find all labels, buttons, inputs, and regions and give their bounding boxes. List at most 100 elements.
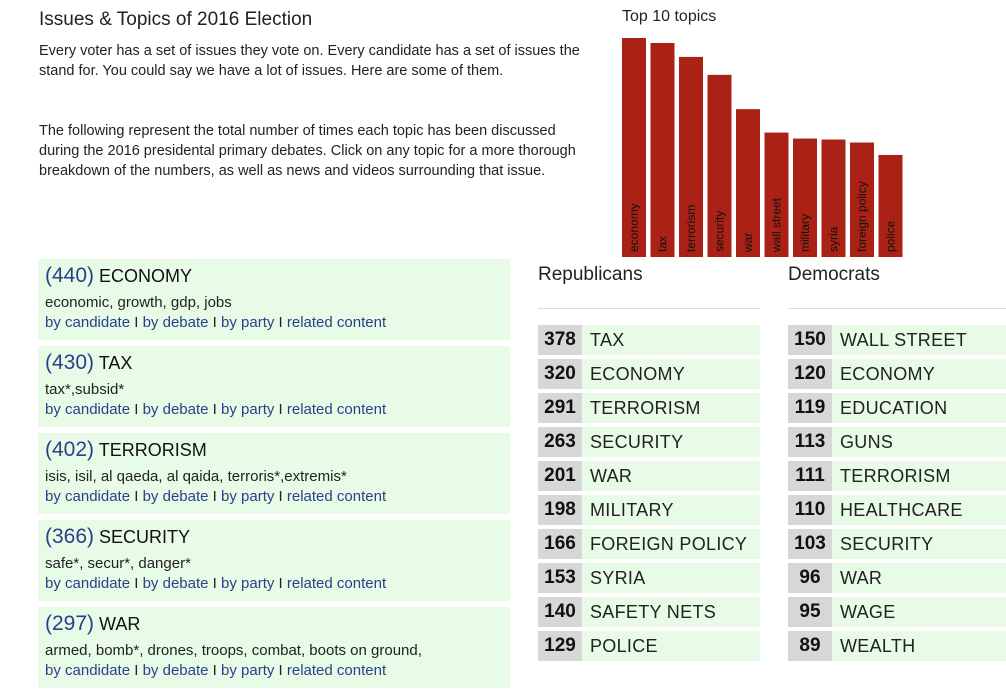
related-content-link[interactable]: related content xyxy=(287,401,386,418)
republicans-row[interactable]: 320 ECONOMY xyxy=(538,359,760,389)
by-party-link[interactable]: by party xyxy=(221,401,274,418)
topic-keywords: armed, bomb*, drones, troops, combat, bo… xyxy=(45,642,422,659)
link-separator: I xyxy=(274,314,287,331)
republicans-row[interactable]: 378 TAX xyxy=(538,325,760,355)
link-separator: I xyxy=(274,401,287,418)
topic-label: TERRORISM xyxy=(590,397,701,418)
topic-heading[interactable]: (297) WAR xyxy=(45,611,502,637)
topic-heading[interactable]: (402) TERRORISM xyxy=(45,437,502,463)
by-candidate-link[interactable]: by candidate xyxy=(45,662,130,679)
topic-heading[interactable]: (430) TAX xyxy=(45,350,502,376)
related-content-link[interactable]: related content xyxy=(287,488,386,505)
topic-label: GUNS xyxy=(840,431,894,452)
democrats-row[interactable]: 120 ECONOMY xyxy=(788,359,1006,389)
republicans-row[interactable]: 201 WAR xyxy=(538,461,760,491)
page-title: Issues & Topics of 2016 Election xyxy=(39,9,313,30)
republicans-row[interactable]: 153 SYRIA xyxy=(538,563,760,593)
topic-keywords: safe*, secur*, danger* xyxy=(45,555,191,572)
democrats-row[interactable]: 113 GUNS xyxy=(788,427,1006,457)
mention-count: 291 xyxy=(538,393,582,423)
topic-heading[interactable]: (366) SECURITY xyxy=(45,524,502,550)
by-candidate-link[interactable]: by candidate xyxy=(45,575,130,592)
topic-card-terrorism[interactable]: (402) TERRORISM isis, isil, al qaeda, al … xyxy=(38,433,510,514)
republicans-list: 378 TAX 320 ECONOMY 291 TERRORISM 263 SECURITY 2… xyxy=(538,325,760,661)
topic-links: by candidate I by debate I by party I re… xyxy=(45,313,502,333)
link-separator: I xyxy=(208,314,221,331)
topic-card-war[interactable]: (297) WAR armed, bomb*, drones, troops, c… xyxy=(38,607,510,688)
republicans-row[interactable]: 291 TERRORISM xyxy=(538,393,760,423)
democrats-column: Democrats 150 WALL STREET 120 ECONOMY 119 EDU… xyxy=(788,264,1006,665)
mention-count: 378 xyxy=(538,325,582,355)
mention-count: 201 xyxy=(538,461,582,491)
intro-paragraph-2: The following represent the total number… xyxy=(39,123,576,179)
topic-keywords: economic, growth, gdp, jobs xyxy=(45,294,232,311)
democrats-row[interactable]: 111 TERRORISM xyxy=(788,461,1006,491)
bar-tax[interactable] xyxy=(650,42,675,258)
by-candidate-link[interactable]: by candidate xyxy=(45,401,130,418)
top-topics-chart: economy tax terrorism security war wall stree… xyxy=(622,38,903,258)
republicans-row[interactable]: 129 POLICE xyxy=(538,631,760,661)
bar-label: war xyxy=(741,233,755,253)
link-separator: I xyxy=(208,575,221,592)
link-separator: I xyxy=(274,488,287,505)
topic-label: SAFETY NETS xyxy=(590,601,716,622)
democrats-row[interactable]: 119 EDUCATION xyxy=(788,393,1006,423)
link-separator: I xyxy=(130,401,143,418)
topic-count: (430) xyxy=(45,351,95,374)
link-separator: I xyxy=(208,662,221,679)
by-candidate-link[interactable]: by candidate xyxy=(45,488,130,505)
republicans-row[interactable]: 198 MILITARY xyxy=(538,495,760,525)
mention-count: 113 xyxy=(788,427,832,457)
democrats-row[interactable]: 150 WALL STREET xyxy=(788,325,1006,355)
by-party-link[interactable]: by party xyxy=(221,314,274,331)
topic-links: by candidate I by debate I by party I re… xyxy=(45,487,502,507)
topic-label: POLICE xyxy=(590,635,658,656)
by-candidate-link[interactable]: by candidate xyxy=(45,314,130,331)
by-party-link[interactable]: by party xyxy=(221,575,274,592)
democrats-row[interactable]: 89 WEALTH xyxy=(788,631,1006,661)
by-debate-link[interactable]: by debate xyxy=(143,314,209,331)
topic-label: SYRIA xyxy=(590,567,646,588)
republicans-row[interactable]: 263 SECURITY xyxy=(538,427,760,457)
bar-label: syria xyxy=(827,226,841,252)
by-debate-link[interactable]: by debate xyxy=(143,575,209,592)
mention-count: 129 xyxy=(538,631,582,661)
by-party-link[interactable]: by party xyxy=(221,662,274,679)
bar-label: tax xyxy=(656,236,670,252)
topic-card-tax[interactable]: (430) TAX tax*,subsid* by candidate I by d… xyxy=(38,346,510,427)
topic-name: WAR xyxy=(99,614,141,634)
chart-title: Top 10 topics xyxy=(622,8,717,25)
topic-count: (297) xyxy=(45,612,95,635)
topic-card-security[interactable]: (366) SECURITY safe*, secur*, danger* by c… xyxy=(38,520,510,601)
topic-label: WAR xyxy=(590,465,633,486)
topic-card-economy[interactable]: (440) ECONOMY economic, growth, gdp, jobs… xyxy=(38,259,510,340)
democrats-row[interactable]: 95 WAGE xyxy=(788,597,1006,627)
topic-count: (402) xyxy=(45,438,95,461)
democrats-row[interactable]: 110 HEALTHCARE xyxy=(788,495,1006,525)
by-debate-link[interactable]: by debate xyxy=(143,662,209,679)
democrats-row[interactable]: 103 SECURITY xyxy=(788,529,1006,559)
related-content-link[interactable]: related content xyxy=(287,662,386,679)
link-separator: I xyxy=(208,401,221,418)
topic-label: WAGE xyxy=(840,601,896,622)
by-party-link[interactable]: by party xyxy=(221,488,274,505)
democrats-row[interactable]: 96 WAR xyxy=(788,563,1006,593)
topic-label: EDUCATION xyxy=(840,397,948,418)
topic-label: TERRORISM xyxy=(840,465,951,486)
mention-count: 153 xyxy=(538,563,582,593)
related-content-link[interactable]: related content xyxy=(287,314,386,331)
related-content-link[interactable]: related content xyxy=(287,575,386,592)
link-separator: I xyxy=(130,575,143,592)
bar-label: security xyxy=(713,211,727,252)
mention-count: 96 xyxy=(788,563,832,593)
republicans-row[interactable]: 140 SAFETY NETS xyxy=(538,597,760,627)
link-separator: I xyxy=(130,488,143,505)
republicans-row[interactable]: 166 FOREIGN POLICY xyxy=(538,529,760,559)
bar-label: military xyxy=(798,214,812,252)
intro-paragraph-1: Every voter has a set of issues they vot… xyxy=(39,43,580,79)
topic-label: SECURITY xyxy=(590,431,684,452)
by-debate-link[interactable]: by debate xyxy=(143,488,209,505)
by-debate-link[interactable]: by debate xyxy=(143,401,209,418)
mention-count: 103 xyxy=(788,529,832,559)
topic-heading[interactable]: (440) ECONOMY xyxy=(45,263,502,289)
